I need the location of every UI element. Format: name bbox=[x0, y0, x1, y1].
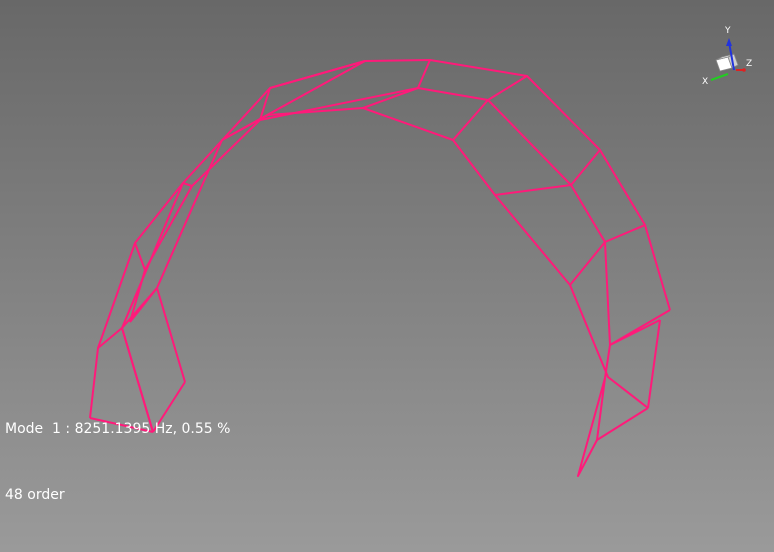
mode-order-text: 48 order bbox=[5, 487, 65, 503]
mesh-mid-edge bbox=[129, 87, 661, 346]
mesh-tail bbox=[577, 377, 649, 477]
axis-x-label: X bbox=[702, 77, 708, 87]
axis-triad: Y X Z bbox=[702, 26, 752, 87]
mode-frequency-text: Mode 1 : 8251.1395 Hz, 0.55 % bbox=[5, 421, 231, 437]
mesh-rib bbox=[569, 241, 606, 286]
mode-info-overlay: Mode 1 : 8251.1395 Hz, 0.55 % 48 order bbox=[5, 374, 230, 550]
mesh-rib bbox=[156, 287, 186, 383]
mesh-rib bbox=[604, 224, 646, 243]
3d-viewport[interactable]: Y X Z Mode 1 : 8251.1395 Hz, 0.55 % 48 o… bbox=[0, 0, 774, 552]
mesh-rib bbox=[604, 344, 611, 379]
mesh-rib bbox=[417, 59, 431, 89]
mesh-rib bbox=[182, 182, 193, 187]
mesh-rib bbox=[487, 75, 528, 101]
axis-z-label: Z bbox=[746, 59, 752, 69]
mesh-rib bbox=[269, 60, 366, 89]
mesh-rib bbox=[570, 149, 601, 186]
mesh-rib bbox=[596, 377, 606, 441]
mesh-rib bbox=[647, 319, 661, 409]
mesh-rib bbox=[134, 242, 146, 271]
mesh-rib bbox=[494, 184, 572, 196]
mesh-rib bbox=[452, 99, 489, 141]
mesh-rib bbox=[221, 60, 366, 141]
mesh-rib bbox=[609, 309, 671, 346]
axis-y-label: Y bbox=[724, 26, 731, 36]
